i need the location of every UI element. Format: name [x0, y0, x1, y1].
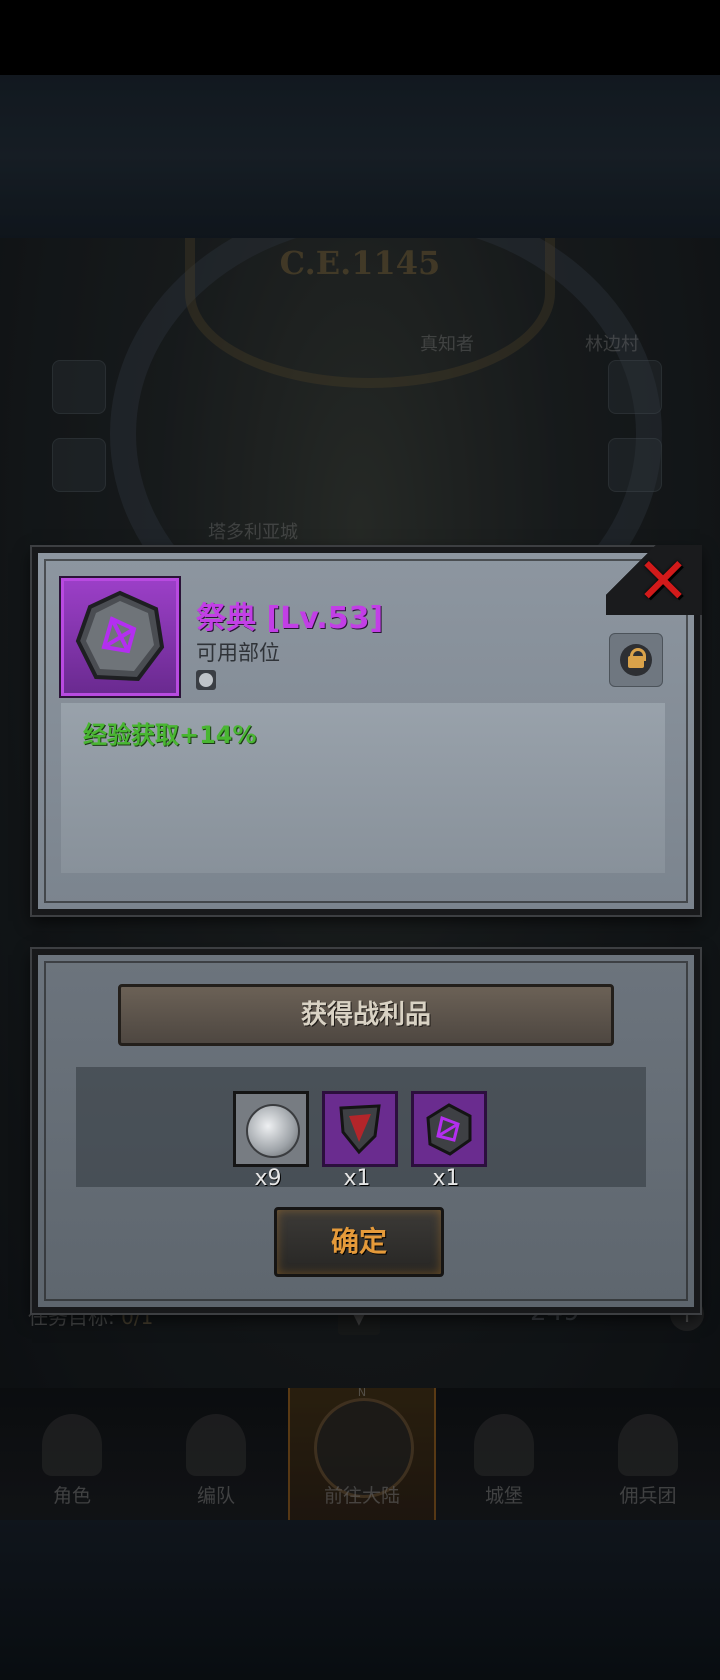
- item-effect-text: 经验获取+14%: [83, 721, 257, 749]
- item-icon-frame: [61, 578, 179, 696]
- purple-rune-icon: [426, 1103, 472, 1156]
- loot-item-slot[interactable]: [411, 1091, 487, 1167]
- loot-quantity: x1: [343, 1166, 371, 1191]
- confirm-button[interactable]: 确定: [274, 1207, 444, 1277]
- item-detail-panel: ✕ 祭典 [Lv.53] 可用部位 经验获取+14%: [32, 545, 702, 915]
- lock-button[interactable]: [609, 633, 663, 687]
- accessory-slot-icon: [196, 670, 216, 690]
- red-shard-icon: [339, 1104, 381, 1155]
- item-name: 祭典 [Lv.53]: [196, 601, 384, 636]
- loot-item-slot[interactable]: [322, 1091, 398, 1167]
- item-slot-label: 可用部位: [196, 641, 280, 665]
- loot-item-slot[interactable]: [233, 1091, 309, 1167]
- loot-quantity: x9: [254, 1166, 282, 1191]
- close-icon[interactable]: ✕: [630, 549, 696, 615]
- loot-title: 获得战利品: [118, 984, 614, 1046]
- rune-stone-icon: [75, 590, 165, 682]
- silver-coin-icon: [246, 1104, 300, 1158]
- loot-panel: 获得战利品 x9 x1 x1 确定: [32, 949, 700, 1313]
- lock-icon: [620, 644, 652, 676]
- loot-quantity: x1: [432, 1166, 460, 1191]
